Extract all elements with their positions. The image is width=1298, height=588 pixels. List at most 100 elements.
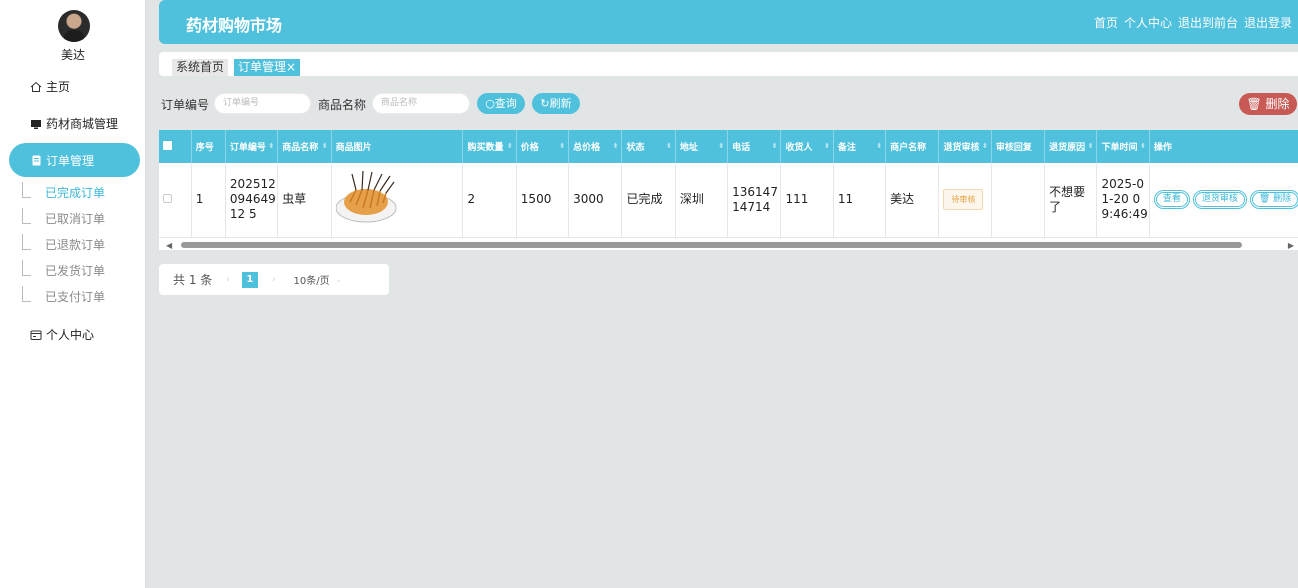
nav-shop-manage[interactable]: 药材商城管理 — [30, 114, 118, 134]
sort-icon[interactable]: ⬍ — [982, 142, 988, 150]
header-links: 首页 个人中心 退出到前台 退出登录 — [1094, 14, 1292, 31]
page-size-select[interactable]: 10条/页 — [293, 272, 329, 287]
close-icon[interactable]: × — [286, 60, 296, 74]
sub-item-paid[interactable]: 已支付订单 — [22, 284, 105, 308]
order-no-input[interactable]: 订单编号 — [214, 93, 311, 114]
sort-icon[interactable]: ⬍ — [1088, 142, 1094, 150]
sub-item-refunded[interactable]: 已退款订单 — [22, 232, 105, 256]
col-header[interactable]: 商品名称 ⬍ — [277, 130, 332, 163]
refresh-button-label: 刷新 — [549, 97, 572, 110]
cell-review-reply — [991, 163, 1046, 238]
pagination: 共 1 条 ‹ 1 › 10条/页 ⌄ — [159, 264, 389, 295]
next-page-icon[interactable]: › — [272, 275, 276, 285]
scroll-right-icon[interactable]: ▶ — [1288, 241, 1294, 250]
trash-icon: 🗑 — [1258, 194, 1271, 205]
col-header[interactable]: 收货人 ⬍ — [780, 130, 834, 163]
status-badge: 待审核 — [943, 189, 984, 211]
cell-total: 3000 — [568, 163, 623, 238]
col-header[interactable]: 电话 ⬍ — [727, 130, 782, 163]
sort-icon[interactable]: ⬍ — [772, 142, 778, 150]
table-header-row: 序号 订单编号 ⬍ 商品名称 ⬍ 商品图片 购买数量 ⬍ 价格 ⬍ 总价格 ⬍ 状态 ⬍ 地… — [159, 130, 1298, 163]
sub-item-label: 已发货订单 — [45, 264, 106, 278]
home-icon — [30, 81, 42, 92]
view-button[interactable]: 查看 — [1153, 190, 1190, 210]
row-checkbox[interactable] — [163, 194, 172, 204]
col-header[interactable]: 购买数量 ⬍ — [462, 130, 517, 163]
query-button-label: 查询 — [494, 97, 517, 110]
cell-index: 1 — [191, 163, 226, 238]
sort-icon[interactable]: ⬍ — [666, 142, 672, 150]
nav-order-manage[interactable]: 订单管理 — [9, 143, 140, 177]
col-header[interactable]: 地址 ⬍ — [675, 130, 729, 163]
product-image — [335, 170, 397, 223]
col-header[interactable]: 状态 ⬍ — [621, 130, 676, 163]
horizontal-scrollbar[interactable]: ◀ ▶ — [159, 240, 1298, 250]
delete-button[interactable]: 🗑 删除 — [1239, 93, 1297, 115]
sort-icon[interactable]: ⬍ — [268, 142, 274, 150]
top-header: 药材购物市场 首页 个人中心 退出到前台 退出登录 — [159, 0, 1298, 44]
scroll-left-icon[interactable]: ◀ — [166, 241, 172, 250]
query-button[interactable]: ○查询 — [477, 93, 525, 114]
sort-icon[interactable]: ⬍ — [718, 142, 724, 150]
pager-total: 共 1 条 — [173, 273, 213, 287]
nav-home-label: 主页 — [46, 80, 71, 94]
chevron-down-icon[interactable]: ⌄ — [336, 276, 342, 284]
col-header: 审核回复 — [991, 130, 1046, 163]
col-header: 商品图片 — [331, 130, 464, 163]
sort-icon[interactable]: ⬍ — [613, 142, 619, 150]
sort-icon[interactable]: ⬍ — [824, 142, 830, 150]
tab-orders-label: 订单管理 — [238, 60, 287, 74]
tab-orders[interactable]: 订单管理× — [234, 59, 301, 76]
col-header[interactable]: 下单时间 ⬍ — [1096, 130, 1150, 163]
col-header[interactable]: 总价格 ⬍ — [568, 130, 623, 163]
cell-remark: 11 — [833, 163, 887, 238]
sort-icon[interactable]: ⬍ — [1140, 142, 1146, 150]
page-current[interactable]: 1 — [241, 271, 258, 288]
sub-item-cancelled[interactable]: 已取消订单 — [22, 206, 105, 230]
cell-return-review: 待审核 — [938, 163, 992, 238]
app-title: 药材购物市场 — [186, 16, 283, 35]
col-header[interactable]: 退货原因 ⬍ — [1044, 130, 1098, 163]
avatar[interactable] — [58, 10, 90, 42]
col-header: 操作 — [1149, 130, 1298, 163]
nav-home[interactable]: 主页 — [30, 77, 70, 97]
scroll-thumb[interactable] — [181, 242, 1242, 248]
table-row: 1 20251209464912 5 虫草 2 1500 3000 已完成 深圳… — [159, 163, 1298, 238]
row-delete-button[interactable]: 🗑 删除 — [1249, 190, 1298, 210]
sub-item-completed[interactable]: 已完成订单 — [22, 180, 105, 204]
col-header[interactable]: 价格 ⬍ — [516, 130, 570, 163]
col-header[interactable]: 备注 ⬍ — [833, 130, 887, 163]
sort-icon[interactable]: ⬍ — [559, 142, 565, 150]
header-link-personal[interactable]: 个人中心 — [1124, 14, 1172, 31]
cell-product-image — [331, 163, 464, 238]
cell-status: 已完成 — [621, 163, 676, 238]
sort-icon[interactable]: ⬍ — [322, 142, 328, 150]
return-review-button[interactable]: 退货审核 — [1192, 190, 1247, 210]
select-all-cell[interactable] — [159, 130, 192, 163]
prev-page-icon[interactable]: ‹ — [226, 275, 230, 285]
col-header: 序号 — [191, 130, 226, 163]
col-header[interactable]: 退货审核 ⬍ — [938, 130, 992, 163]
calendar-icon — [30, 330, 42, 340]
product-name-input[interactable]: 商品名称 — [372, 93, 470, 114]
monitor-icon — [31, 120, 41, 129]
delete-button-label: 删除 — [1265, 97, 1290, 111]
sort-icon[interactable]: ⬍ — [876, 142, 882, 150]
cell-return-reason: 不想要了 — [1044, 163, 1098, 238]
sort-icon[interactable]: ⬍ — [507, 142, 513, 150]
select-all-checkbox[interactable] — [163, 140, 172, 150]
refresh-button[interactable]: ↻刷新 — [532, 93, 580, 114]
tab-home[interactable]: 系统首页 — [172, 59, 229, 76]
sub-item-shipped[interactable]: 已发货订单 — [22, 258, 105, 282]
cell-order-time: 2025-01-20 09:46:49 — [1096, 163, 1150, 238]
header-link-logout[interactable]: 退出登录 — [1244, 14, 1292, 31]
cell-phone: 13614714714 — [727, 163, 782, 238]
sub-item-label: 已退款订单 — [45, 238, 106, 252]
row-select-cell[interactable] — [159, 163, 192, 238]
header-link-home[interactable]: 首页 — [1094, 14, 1118, 31]
nav-personal[interactable]: 个人中心 — [30, 325, 94, 345]
header-link-frontend[interactable]: 退出到前台 — [1178, 14, 1238, 31]
trash-icon: 🗑 — [1246, 97, 1262, 111]
col-header[interactable]: 订单编号 ⬍ — [225, 130, 279, 163]
order-no-label: 订单编号 — [161, 98, 210, 112]
